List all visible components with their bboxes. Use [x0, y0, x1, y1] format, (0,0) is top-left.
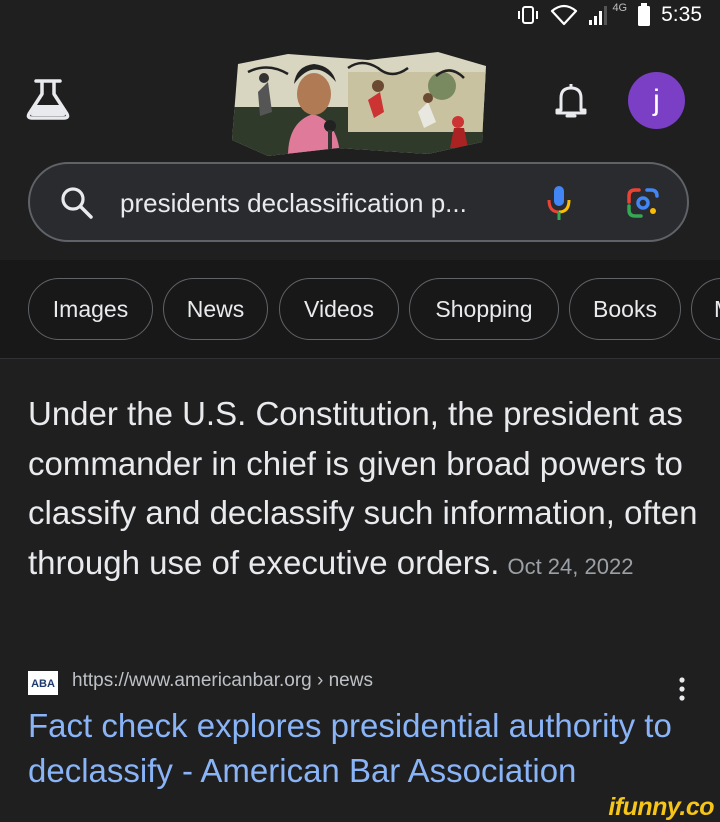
chip-news[interactable]: News — [163, 278, 268, 340]
wifi-icon — [551, 4, 578, 26]
search-icon[interactable] — [60, 186, 94, 220]
google-doodle[interactable] — [228, 52, 492, 156]
result-title-link[interactable]: Fact check explores presidential authori… — [28, 703, 700, 793]
status-bar: 4G 5:35 — [0, 0, 720, 30]
more-vert-icon[interactable] — [672, 675, 692, 705]
header: j presidents declassification p... — [0, 30, 720, 260]
aba-favicon: ABA — [28, 671, 58, 695]
chip-images[interactable]: Images — [28, 278, 153, 340]
chip-videos[interactable]: Videos — [279, 278, 399, 340]
signal-icon — [589, 6, 608, 25]
featured-snippet: Under the U.S. Constitution, the preside… — [0, 359, 720, 799]
vibrate-icon — [518, 6, 539, 24]
bell-icon[interactable] — [553, 80, 589, 120]
ifunny-watermark: ifunny.co — [608, 793, 714, 821]
search-query[interactable]: presidents declassification p... — [120, 188, 467, 219]
account-avatar[interactable]: j — [628, 72, 685, 129]
status-icons: 4G 5:35 — [516, 2, 702, 28]
labs-flask-icon[interactable] — [24, 74, 72, 122]
network-type-label: 4G — [612, 2, 628, 14]
favicon-text: ABA — [31, 678, 55, 690]
battery-icon — [638, 3, 651, 26]
chip-shopping[interactable]: Shopping — [409, 278, 559, 340]
result-url[interactable]: https://www.americanbar.org › news — [72, 670, 373, 692]
lens-icon[interactable] — [625, 186, 661, 220]
chip-more[interactable]: M — [691, 278, 720, 340]
filter-chips: Images News Videos Shopping Books M — [0, 260, 720, 359]
snippet-text: Under the U.S. Constitution, the preside… — [28, 395, 698, 581]
mic-icon[interactable] — [544, 184, 574, 222]
snippet-answer: Under the U.S. Constitution, the preside… — [28, 389, 700, 591]
snippet-date: Oct 24, 2022 — [507, 553, 634, 579]
clock: 5:35 — [661, 3, 702, 26]
search-box[interactable]: presidents declassification p... — [28, 162, 689, 242]
chip-books[interactable]: Books — [569, 278, 681, 340]
